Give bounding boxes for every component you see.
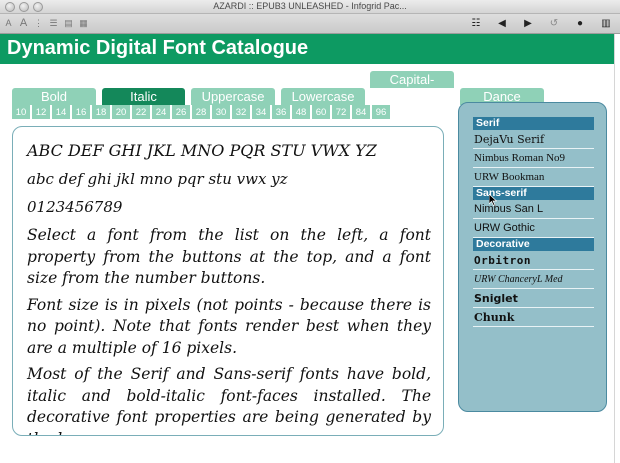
mouse-cursor-icon xyxy=(489,194,497,206)
reader-toolbar: A A ⋮ ☰ ▤ ▦ ☷ ◀ ▶ ↺ ● ▥ xyxy=(0,14,620,34)
font-size-buttons: 10 12 14 16 18 20 22 24 26 28 30 32 34 3… xyxy=(12,105,390,119)
font-item-orbitron[interactable]: Orbitron xyxy=(473,251,594,270)
size-button-28[interactable]: 28 xyxy=(192,105,210,119)
font-list-panel: Serif DejaVu Serif Nimbus Roman No9 URW … xyxy=(458,102,607,412)
reload-icon[interactable]: ↺ xyxy=(548,17,560,30)
font-item-sniglet[interactable]: Sniglet xyxy=(473,289,594,308)
font-item-urw-chancery[interactable]: URW ChanceryL Med xyxy=(473,270,594,289)
size-button-34[interactable]: 34 xyxy=(252,105,270,119)
font-item-urw-gothic[interactable]: URW Gothic xyxy=(473,219,594,238)
bold-button[interactable]: Bold xyxy=(12,88,96,105)
forward-icon[interactable]: ▶ xyxy=(522,17,534,30)
window-title: AZARDI :: EPUB3 UNLEASHED - Infogrid Pac… xyxy=(213,1,407,11)
font-size-small-icon[interactable]: A xyxy=(2,17,15,30)
sample-lowercase: abc def ghi jkl mno pqr stu vwx yz xyxy=(27,170,288,188)
font-item-dejavu-serif[interactable]: DejaVu Serif xyxy=(473,130,594,149)
size-button-10[interactable]: 10 xyxy=(12,105,30,119)
window-titlebar: AZARDI :: EPUB3 UNLEASHED - Infogrid Pac… xyxy=(0,0,620,14)
font-item-urw-bookman[interactable]: URW Bookman xyxy=(473,168,594,187)
size-button-16[interactable]: 16 xyxy=(72,105,90,119)
lowercase-button[interactable]: Lowercase xyxy=(281,88,365,105)
italic-button[interactable]: Italic xyxy=(102,88,185,105)
page-title: Dynamic Digital Font Catalogue xyxy=(7,37,309,59)
category-decorative: Decorative xyxy=(473,238,594,251)
size-button-22[interactable]: 22 xyxy=(132,105,150,119)
size-button-14[interactable]: 14 xyxy=(52,105,70,119)
print-icon[interactable]: ▤ xyxy=(62,17,75,30)
category-serif: Serif xyxy=(473,117,594,130)
sample-digits: 0123456789 xyxy=(27,198,123,216)
sample-uppercase: ABC DEF GHI JKL MNO PQR STU VWX YZ xyxy=(27,141,377,160)
size-button-96[interactable]: 96 xyxy=(372,105,390,119)
size-button-48[interactable]: 48 xyxy=(292,105,310,119)
size-button-18[interactable]: 18 xyxy=(92,105,110,119)
header-banner: Dynamic Digital Font Catalogue xyxy=(0,34,614,64)
font-item-chunk[interactable]: Chunk xyxy=(473,308,594,327)
text-format-icon[interactable]: ⋮ xyxy=(32,17,45,30)
user-icon[interactable]: ● xyxy=(574,17,586,30)
size-button-84[interactable]: 84 xyxy=(352,105,370,119)
capitalize-button[interactable]: Capital- xyxy=(370,71,454,88)
sample-text-panel[interactable]: ABC DEF GHI JKL MNO PQR STU VWX YZ abc d… xyxy=(12,126,444,436)
size-button-36[interactable]: 36 xyxy=(272,105,290,119)
size-button-32[interactable]: 32 xyxy=(232,105,250,119)
size-button-26[interactable]: 26 xyxy=(172,105,190,119)
sample-paragraph: Most of the Serif and Sans-serif fonts h… xyxy=(27,365,431,435)
size-button-30[interactable]: 30 xyxy=(212,105,230,119)
size-button-72[interactable]: 72 xyxy=(332,105,350,119)
uppercase-button[interactable]: Uppercase xyxy=(191,88,275,105)
sample-paragraph: Select a font from the list on the left,… xyxy=(27,226,431,287)
font-size-large-icon[interactable]: A xyxy=(17,17,30,30)
page-scrollbar[interactable] xyxy=(614,34,620,463)
font-item-nimbus-roman[interactable]: Nimbus Roman No9 xyxy=(473,149,594,168)
size-button-24[interactable]: 24 xyxy=(152,105,170,119)
size-button-20[interactable]: 20 xyxy=(112,105,130,119)
list-icon[interactable]: ☷ xyxy=(470,17,482,30)
back-icon[interactable]: ◀ xyxy=(496,17,508,30)
sample-paragraph: Font size is in pixels (not points - bec… xyxy=(27,295,431,357)
size-button-12[interactable]: 12 xyxy=(32,105,50,119)
toc-icon[interactable]: ☰ xyxy=(47,17,60,30)
library-icon[interactable]: ▥ xyxy=(600,17,612,30)
size-button-60[interactable]: 60 xyxy=(312,105,330,119)
grid-icon[interactable]: ▦ xyxy=(77,17,90,30)
